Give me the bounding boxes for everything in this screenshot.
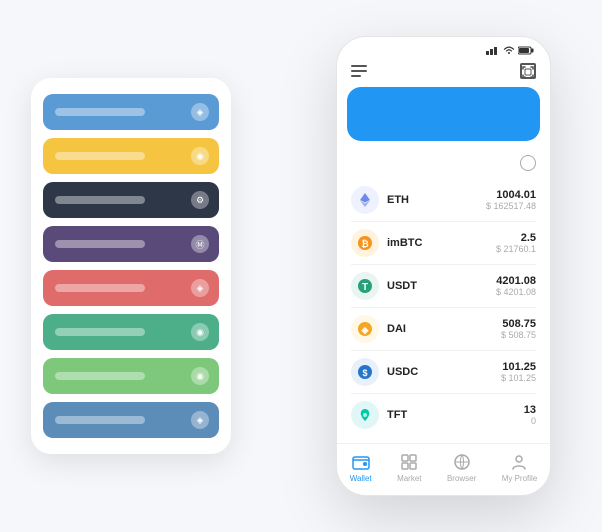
status-icons xyxy=(486,45,534,55)
asset-amounts-dai: 508.75$ 508.75 xyxy=(501,318,536,340)
color-card-card-steel-blue[interactable]: ◈ xyxy=(43,402,219,438)
asset-icon-eth xyxy=(351,186,379,214)
svg-text:T: T xyxy=(362,282,368,293)
asset-row-usdc[interactable]: $ USDC101.25$ 101.25 xyxy=(351,351,536,394)
nav-icon-wallet xyxy=(351,452,371,472)
scene: ◈ ◉ ⚙ Ⓜ ◈ ◉ ◉ ◈ xyxy=(21,21,581,511)
asset-amounts-imbtc: 2.5$ 21760.1 xyxy=(496,232,536,254)
color-card-card-purple[interactable]: Ⓜ xyxy=(43,226,219,262)
phone-header xyxy=(337,59,550,87)
color-card-card-dark[interactable]: ⚙ xyxy=(43,182,219,218)
asset-amounts-eth: 1004.01$ 162517.48 xyxy=(486,189,536,211)
nav-item-profile[interactable]: My Profile xyxy=(502,452,538,483)
color-card-card-red[interactable]: ◈ xyxy=(43,270,219,306)
signal-icon xyxy=(486,45,500,55)
battery-icon xyxy=(518,45,534,55)
nav-label-wallet: Wallet xyxy=(350,474,372,483)
color-card-card-blue[interactable]: ◈ xyxy=(43,94,219,130)
asset-name-imbtc: imBTC xyxy=(387,237,496,249)
nav-label-browser: Browser xyxy=(447,474,476,483)
nav-label-market: Market xyxy=(397,474,421,483)
menu-icon[interactable] xyxy=(351,65,367,77)
asset-row-usdt[interactable]: T USDT4201.08$ 4201.08 xyxy=(351,265,536,308)
asset-amounts-usdt: 4201.08$ 4201.08 xyxy=(496,275,536,297)
asset-name-dai: DAI xyxy=(387,323,501,335)
asset-icon-usdt: T xyxy=(351,272,379,300)
asset-name-eth: ETH xyxy=(387,194,486,206)
asset-icon-tft xyxy=(351,401,379,429)
nav-item-wallet[interactable]: Wallet xyxy=(350,452,372,483)
asset-name-tft: TFT xyxy=(387,409,524,421)
asset-row-imbtc[interactable]: ₿ imBTC2.5$ 21760.1 xyxy=(351,222,536,265)
asset-name-usdc: USDC xyxy=(387,366,501,378)
asset-icon-imbtc: ₿ xyxy=(351,229,379,257)
asset-balance-eth: 1004.01 xyxy=(486,189,536,201)
nav-label-profile: My Profile xyxy=(502,474,538,483)
color-card-card-light-green[interactable]: ◉ xyxy=(43,358,219,394)
phone-mockup: ETH1004.01$ 162517.48 ₿ imBTC2.5$ 21760.1 T… xyxy=(336,36,551,496)
card-panel: ◈ ◉ ⚙ Ⓜ ◈ ◉ ◉ ◈ xyxy=(31,78,231,454)
asset-row-eth[interactable]: ETH1004.01$ 162517.48 xyxy=(351,179,536,222)
asset-row-dai[interactable]: ◈ DAI508.75$ 508.75 xyxy=(351,308,536,351)
eth-balance xyxy=(359,105,528,131)
nav-icon-market xyxy=(399,452,419,472)
svg-text:₿: ₿ xyxy=(361,239,368,249)
asset-name-usdt: USDT xyxy=(387,280,496,292)
asset-balance-dai: 508.75 xyxy=(501,318,536,330)
asset-usd-imbtc: $ 21760.1 xyxy=(496,244,536,254)
asset-usd-tft: 0 xyxy=(524,416,536,426)
asset-usd-dai: $ 508.75 xyxy=(501,330,536,340)
asset-usd-usdc: $ 101.25 xyxy=(501,373,536,383)
status-bar xyxy=(337,37,550,59)
assets-header xyxy=(337,151,550,179)
wifi-icon xyxy=(503,45,515,55)
nav-icon-profile xyxy=(509,452,529,472)
asset-row-tft[interactable]: TFT130 xyxy=(351,394,536,436)
asset-balance-usdc: 101.25 xyxy=(501,361,536,373)
asset-usd-eth: $ 162517.48 xyxy=(486,201,536,211)
asset-balance-usdt: 4201.08 xyxy=(496,275,536,287)
nav-item-market[interactable]: Market xyxy=(397,452,421,483)
eth-card[interactable] xyxy=(347,87,540,141)
asset-list: ETH1004.01$ 162517.48 ₿ imBTC2.5$ 21760.1 T… xyxy=(337,179,550,443)
svg-text:$: $ xyxy=(362,368,367,378)
scan-icon[interactable] xyxy=(520,63,536,79)
asset-balance-imbtc: 2.5 xyxy=(496,232,536,244)
bottom-nav: Wallet Market Browser My Profile xyxy=(337,443,550,495)
asset-icon-usdc: $ xyxy=(351,358,379,386)
svg-text:◈: ◈ xyxy=(361,325,370,335)
color-card-card-yellow[interactable]: ◉ xyxy=(43,138,219,174)
add-asset-button[interactable] xyxy=(520,155,536,171)
asset-balance-tft: 13 xyxy=(524,404,536,416)
asset-usd-usdt: $ 4201.08 xyxy=(496,287,536,297)
nav-item-browser[interactable]: Browser xyxy=(447,452,476,483)
asset-amounts-tft: 130 xyxy=(524,404,536,426)
asset-icon-dai: ◈ xyxy=(351,315,379,343)
nav-icon-browser xyxy=(452,452,472,472)
asset-amounts-usdc: 101.25$ 101.25 xyxy=(501,361,536,383)
color-card-card-green[interactable]: ◉ xyxy=(43,314,219,350)
